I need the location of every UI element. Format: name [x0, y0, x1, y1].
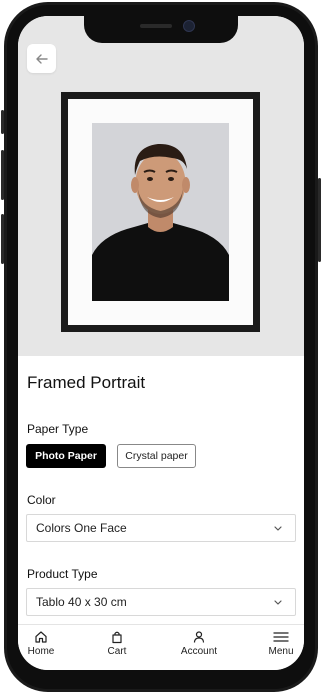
tab-menu[interactable]: Menu [251, 625, 304, 670]
arrow-left-icon [35, 53, 48, 64]
tab-menu-label: Menu [268, 646, 294, 657]
paper-option-photo-paper[interactable]: Photo Paper [26, 444, 106, 468]
tab-cart-label: Cart [107, 646, 127, 657]
tab-home-label: Home [27, 646, 55, 657]
side-button-power [318, 178, 321, 262]
tab-account-label: Account [180, 646, 218, 657]
chevron-down-icon [274, 526, 282, 531]
color-select-value: Colors One Face [36, 521, 127, 535]
menu-icon [273, 632, 289, 642]
product-hero [18, 16, 304, 356]
color-label: Color [27, 493, 56, 507]
side-button-volume-down [1, 214, 4, 264]
home-icon [35, 631, 47, 643]
portrait-illustration [92, 123, 229, 301]
portrait-photo [92, 123, 229, 301]
product-title: Framed Portrait [27, 373, 146, 392]
product-type-select-value: Tablo 40 x 30 cm [36, 595, 127, 609]
tab-cart[interactable]: Cart [87, 625, 147, 670]
speaker [140, 24, 172, 28]
screen: Framed Portrait Paper Type Photo Paper C… [18, 16, 304, 670]
back-button[interactable] [27, 44, 56, 73]
paper-option-crystal-paper[interactable]: Crystal paper [117, 444, 196, 468]
side-button-mute [1, 110, 4, 134]
bag-icon [112, 631, 122, 644]
paper-type-label: Paper Type [27, 422, 89, 436]
frame-mat [68, 99, 253, 325]
chevron-down-icon [274, 600, 282, 605]
product-type-label: Product Type [27, 567, 98, 581]
side-button-volume-up [1, 150, 4, 200]
picture-frame [61, 92, 260, 332]
color-select[interactable]: Colors One Face [26, 514, 296, 542]
tab-account[interactable]: Account [169, 625, 229, 670]
front-camera [183, 20, 195, 32]
product-type-select[interactable]: Tablo 40 x 30 cm [26, 588, 296, 616]
notch [84, 16, 238, 43]
user-icon [193, 631, 205, 643]
tab-home[interactable]: Home [18, 625, 71, 670]
bottom-tab-bar: Home Cart Account Menu [18, 624, 304, 670]
